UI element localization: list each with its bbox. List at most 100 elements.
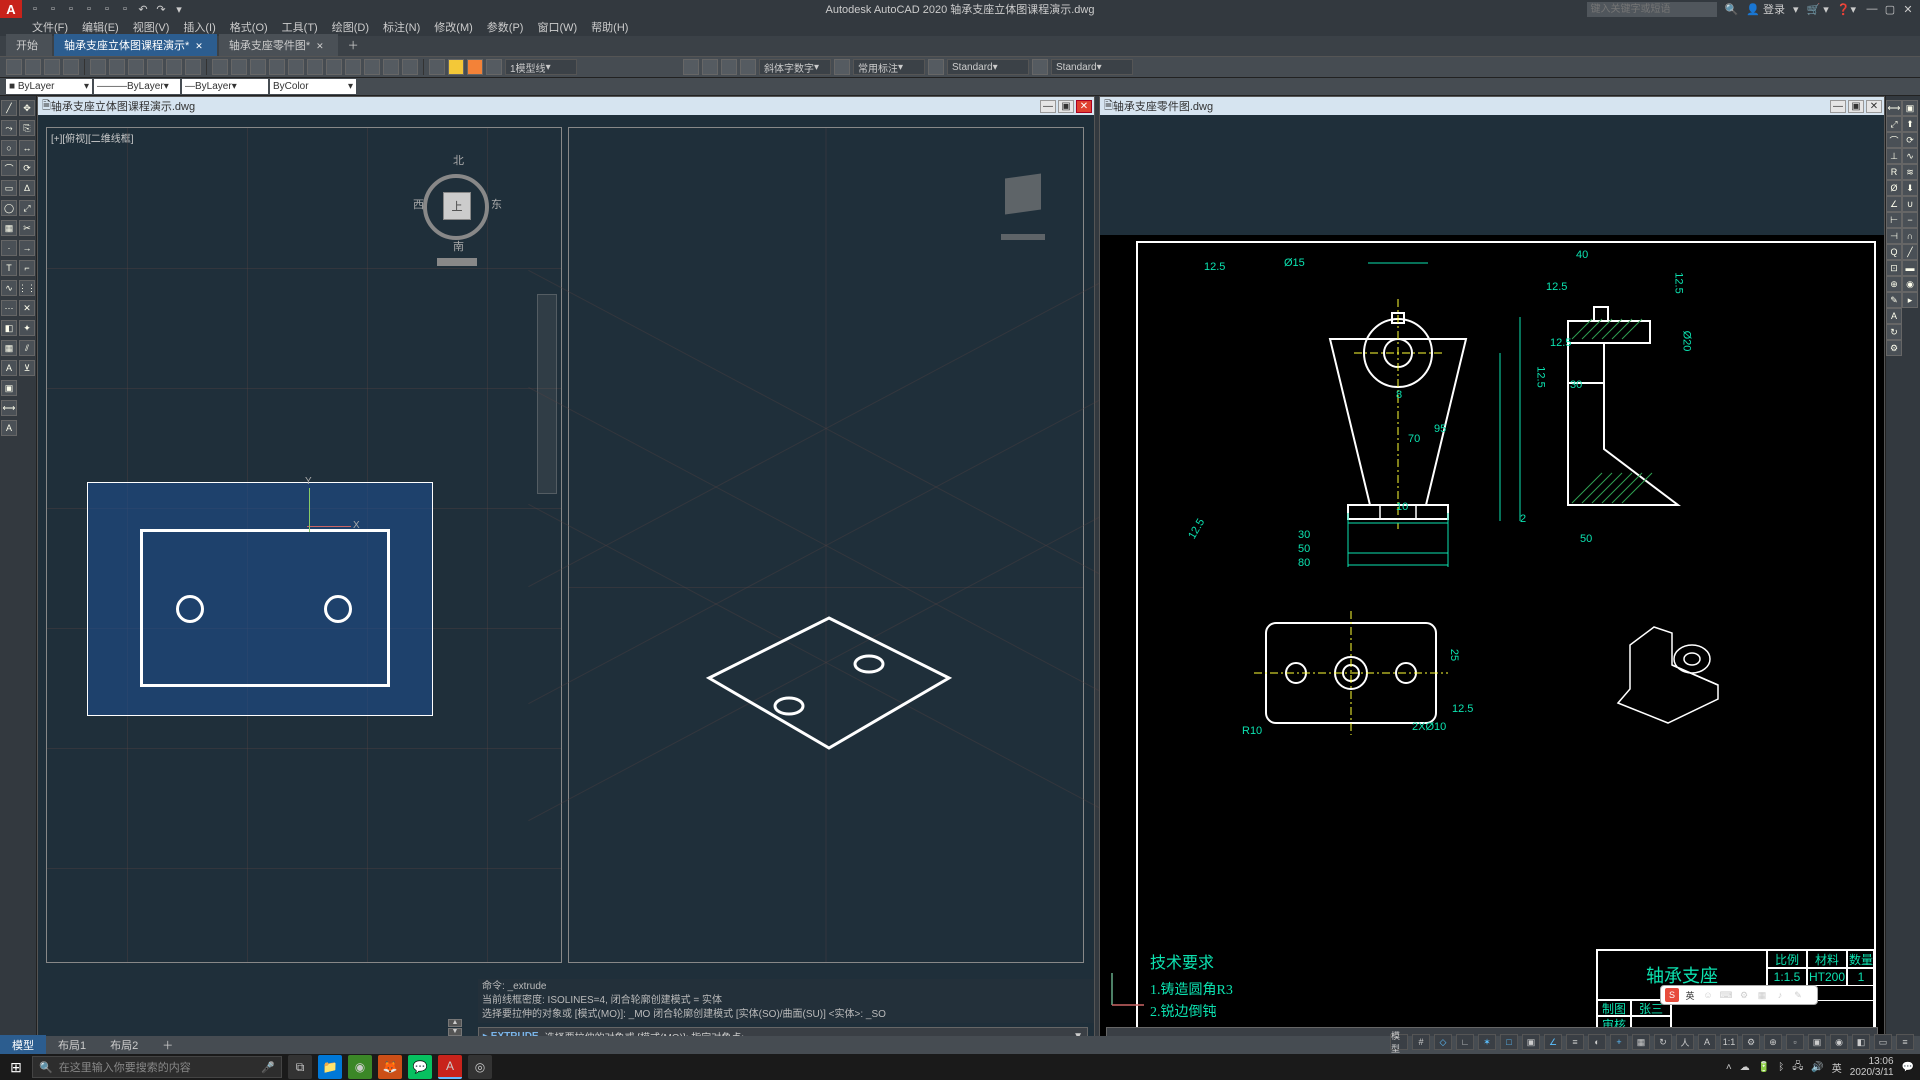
dim-center-icon[interactable]: ⊕ bbox=[1886, 276, 1902, 292]
menu-window[interactable]: 窗口(W) bbox=[531, 17, 583, 37]
compass-widget[interactable]: 北 南 东 西 上 bbox=[411, 146, 501, 256]
layer-dropdown[interactable]: 1模型线 ▾ bbox=[505, 59, 577, 75]
dim-edit-icon[interactable]: ✎ bbox=[1886, 292, 1902, 308]
plotstyle-dropdown[interactable]: ByColor▾ bbox=[270, 79, 356, 94]
dim-linear-icon[interactable]: ⟷ bbox=[1886, 100, 1902, 116]
tool-icon[interactable] bbox=[429, 59, 445, 75]
tool-icon[interactable] bbox=[928, 59, 944, 75]
restore-icon[interactable]: ▣ bbox=[1848, 100, 1864, 113]
tool-icon[interactable] bbox=[834, 59, 850, 75]
tool-icon[interactable] bbox=[185, 59, 201, 75]
3d-extrude-icon[interactable]: ⬆ bbox=[1902, 116, 1918, 132]
rect-tool-icon[interactable]: ▭ bbox=[1, 180, 17, 196]
dim-tool-icon[interactable]: ⟷ bbox=[1, 400, 17, 416]
obs-icon[interactable]: ◎ bbox=[468, 1055, 492, 1079]
dim-ang-icon[interactable]: ∠ bbox=[1886, 196, 1902, 212]
dim-update-icon[interactable]: ↻ bbox=[1886, 324, 1902, 340]
cart-icon[interactable]: 🛒 ▾ bbox=[1807, 3, 1829, 16]
qat-web-icon[interactable]: ▫ bbox=[100, 2, 114, 16]
windows-start-icon[interactable]: ⊞ bbox=[0, 1054, 32, 1080]
stretch-tool-icon[interactable]: ↔ bbox=[19, 140, 35, 156]
tab-add[interactable]: ＋ bbox=[150, 1035, 185, 1055]
navigation-bar[interactable] bbox=[537, 294, 557, 494]
grid-toggle-icon[interactable]: # bbox=[1412, 1034, 1430, 1050]
windows-search-input[interactable]: 🔍 在这里输入你要搜索的内容 🎤 bbox=[32, 1056, 282, 1078]
qat-save-icon[interactable]: ▫ bbox=[64, 2, 78, 16]
anno-vis-icon[interactable]: 人 bbox=[1676, 1034, 1694, 1050]
model-button[interactable]: 模型 bbox=[1390, 1034, 1408, 1050]
explode-tool-icon[interactable]: ✦ bbox=[19, 320, 35, 336]
dim-tolerance-icon[interactable]: ⊡ bbox=[1886, 260, 1902, 276]
volume-icon[interactable]: 🔊 bbox=[1811, 1062, 1823, 1073]
tool-icon[interactable] bbox=[269, 59, 285, 75]
viewport-titlebar-left[interactable]: 🗎 轴承支座立体图课程演示.dwg — ▣ ✕ bbox=[38, 97, 1094, 115]
tool-icon[interactable] bbox=[250, 59, 266, 75]
tool-icon[interactable] bbox=[25, 59, 41, 75]
tool-icon[interactable] bbox=[6, 59, 22, 75]
dim-ord-icon[interactable]: ⊥ bbox=[1886, 148, 1902, 164]
3d-subtract-icon[interactable]: − bbox=[1902, 212, 1918, 228]
tab-layout1[interactable]: 布局1 bbox=[46, 1035, 98, 1055]
3dosnap-toggle-icon[interactable]: ▣ bbox=[1522, 1034, 1540, 1050]
tab-model[interactable]: 模型 bbox=[0, 1035, 46, 1055]
close-icon[interactable]: ✕ bbox=[1076, 100, 1092, 113]
join-tool-icon[interactable]: ⊻ bbox=[19, 360, 35, 376]
3d-loft-icon[interactable]: ≋ bbox=[1902, 164, 1918, 180]
dim-rad-icon[interactable]: R bbox=[1886, 164, 1902, 180]
units-icon[interactable]: ▫ bbox=[1786, 1034, 1804, 1050]
viewcube-face[interactable]: 上 bbox=[443, 192, 471, 220]
sub-viewport-top[interactable]: [+][俯视][二维线框] bbox=[46, 127, 562, 963]
color-dropdown[interactable]: ■ ByLayer▾ bbox=[6, 79, 92, 94]
doctab-2[interactable]: 轴承支座零件图*✕ bbox=[219, 34, 338, 56]
dim-textedit-icon[interactable]: A bbox=[1886, 308, 1902, 324]
dim-cont-icon[interactable]: ⊣ bbox=[1886, 228, 1902, 244]
doctab-1[interactable]: 轴承支座立体图课程演示*✕ bbox=[54, 34, 217, 56]
mtext-tool-icon[interactable]: A bbox=[1, 360, 17, 376]
exchange-icon[interactable]: ▾ bbox=[1793, 3, 1799, 16]
qat-drop-icon[interactable]: ▾ bbox=[172, 2, 186, 16]
tool-icon[interactable] bbox=[307, 59, 323, 75]
ws-switch-icon[interactable]: ⚙ bbox=[1742, 1034, 1760, 1050]
point-tool-icon[interactable]: · bbox=[1, 240, 17, 256]
customize-icon[interactable]: ≡ bbox=[1896, 1034, 1914, 1050]
3d-imprint-icon[interactable]: ◉ bbox=[1902, 276, 1918, 292]
explorer-icon[interactable]: 📁 bbox=[318, 1055, 342, 1079]
hatch-tool-icon[interactable]: ▦ bbox=[1, 220, 17, 236]
isolate-icon[interactable]: ◧ bbox=[1852, 1034, 1870, 1050]
close-icon[interactable]: ✕ bbox=[316, 41, 324, 51]
text-tool-icon[interactable]: T bbox=[1, 260, 17, 276]
qp-toggle-icon[interactable]: ▦ bbox=[1632, 1034, 1650, 1050]
restore-icon[interactable]: ▣ bbox=[1058, 100, 1074, 113]
login-button[interactable]: 👤 登录 bbox=[1746, 1, 1785, 17]
anno-monitor-icon[interactable]: ⊕ bbox=[1764, 1034, 1782, 1050]
qp-icon[interactable]: ▣ bbox=[1808, 1034, 1826, 1050]
erase-tool-icon[interactable]: ✕ bbox=[19, 300, 35, 316]
tool-icon[interactable] bbox=[128, 59, 144, 75]
tool-icon[interactable] bbox=[721, 59, 737, 75]
extra-tool-icon[interactable]: A bbox=[1, 420, 17, 436]
tool-icon[interactable] bbox=[402, 59, 418, 75]
qat-open-icon[interactable]: ▫ bbox=[46, 2, 60, 16]
trim-tool-icon[interactable]: ✂ bbox=[19, 220, 35, 236]
notifications-icon[interactable]: 💬 bbox=[1902, 1062, 1914, 1073]
tool-icon[interactable] bbox=[702, 59, 718, 75]
anno-scale[interactable]: 1:1 bbox=[1720, 1034, 1738, 1050]
tool-icon[interactable] bbox=[109, 59, 125, 75]
std2-dropdown[interactable]: Standard ▾ bbox=[1051, 59, 1133, 75]
tool-icon[interactable] bbox=[383, 59, 399, 75]
tool-icon[interactable] bbox=[147, 59, 163, 75]
region-tool-icon[interactable]: ◧ bbox=[1, 320, 17, 336]
menu-param[interactable]: 参数(P) bbox=[481, 17, 530, 37]
chrome-icon[interactable]: ◉ bbox=[348, 1055, 372, 1079]
dim-aligned-icon[interactable]: ⤢ bbox=[1886, 116, 1902, 132]
dim-style-icon[interactable]: ⚙ bbox=[1886, 340, 1902, 356]
linetype-dropdown[interactable]: ——— ByLayer ▾ bbox=[94, 79, 180, 94]
qat-plot-icon[interactable]: ▫ bbox=[118, 2, 132, 16]
arrow-icon[interactable]: ▸ bbox=[1902, 292, 1918, 308]
layer-lock-icon[interactable] bbox=[486, 59, 502, 75]
close-icon[interactable]: ✕ bbox=[1900, 2, 1916, 16]
anno-auto-icon[interactable]: A bbox=[1698, 1034, 1716, 1050]
selected-rectangle[interactable] bbox=[87, 482, 433, 716]
dyn-toggle-icon[interactable]: + bbox=[1610, 1034, 1628, 1050]
circle-tool-icon[interactable]: ○ bbox=[1, 140, 17, 156]
